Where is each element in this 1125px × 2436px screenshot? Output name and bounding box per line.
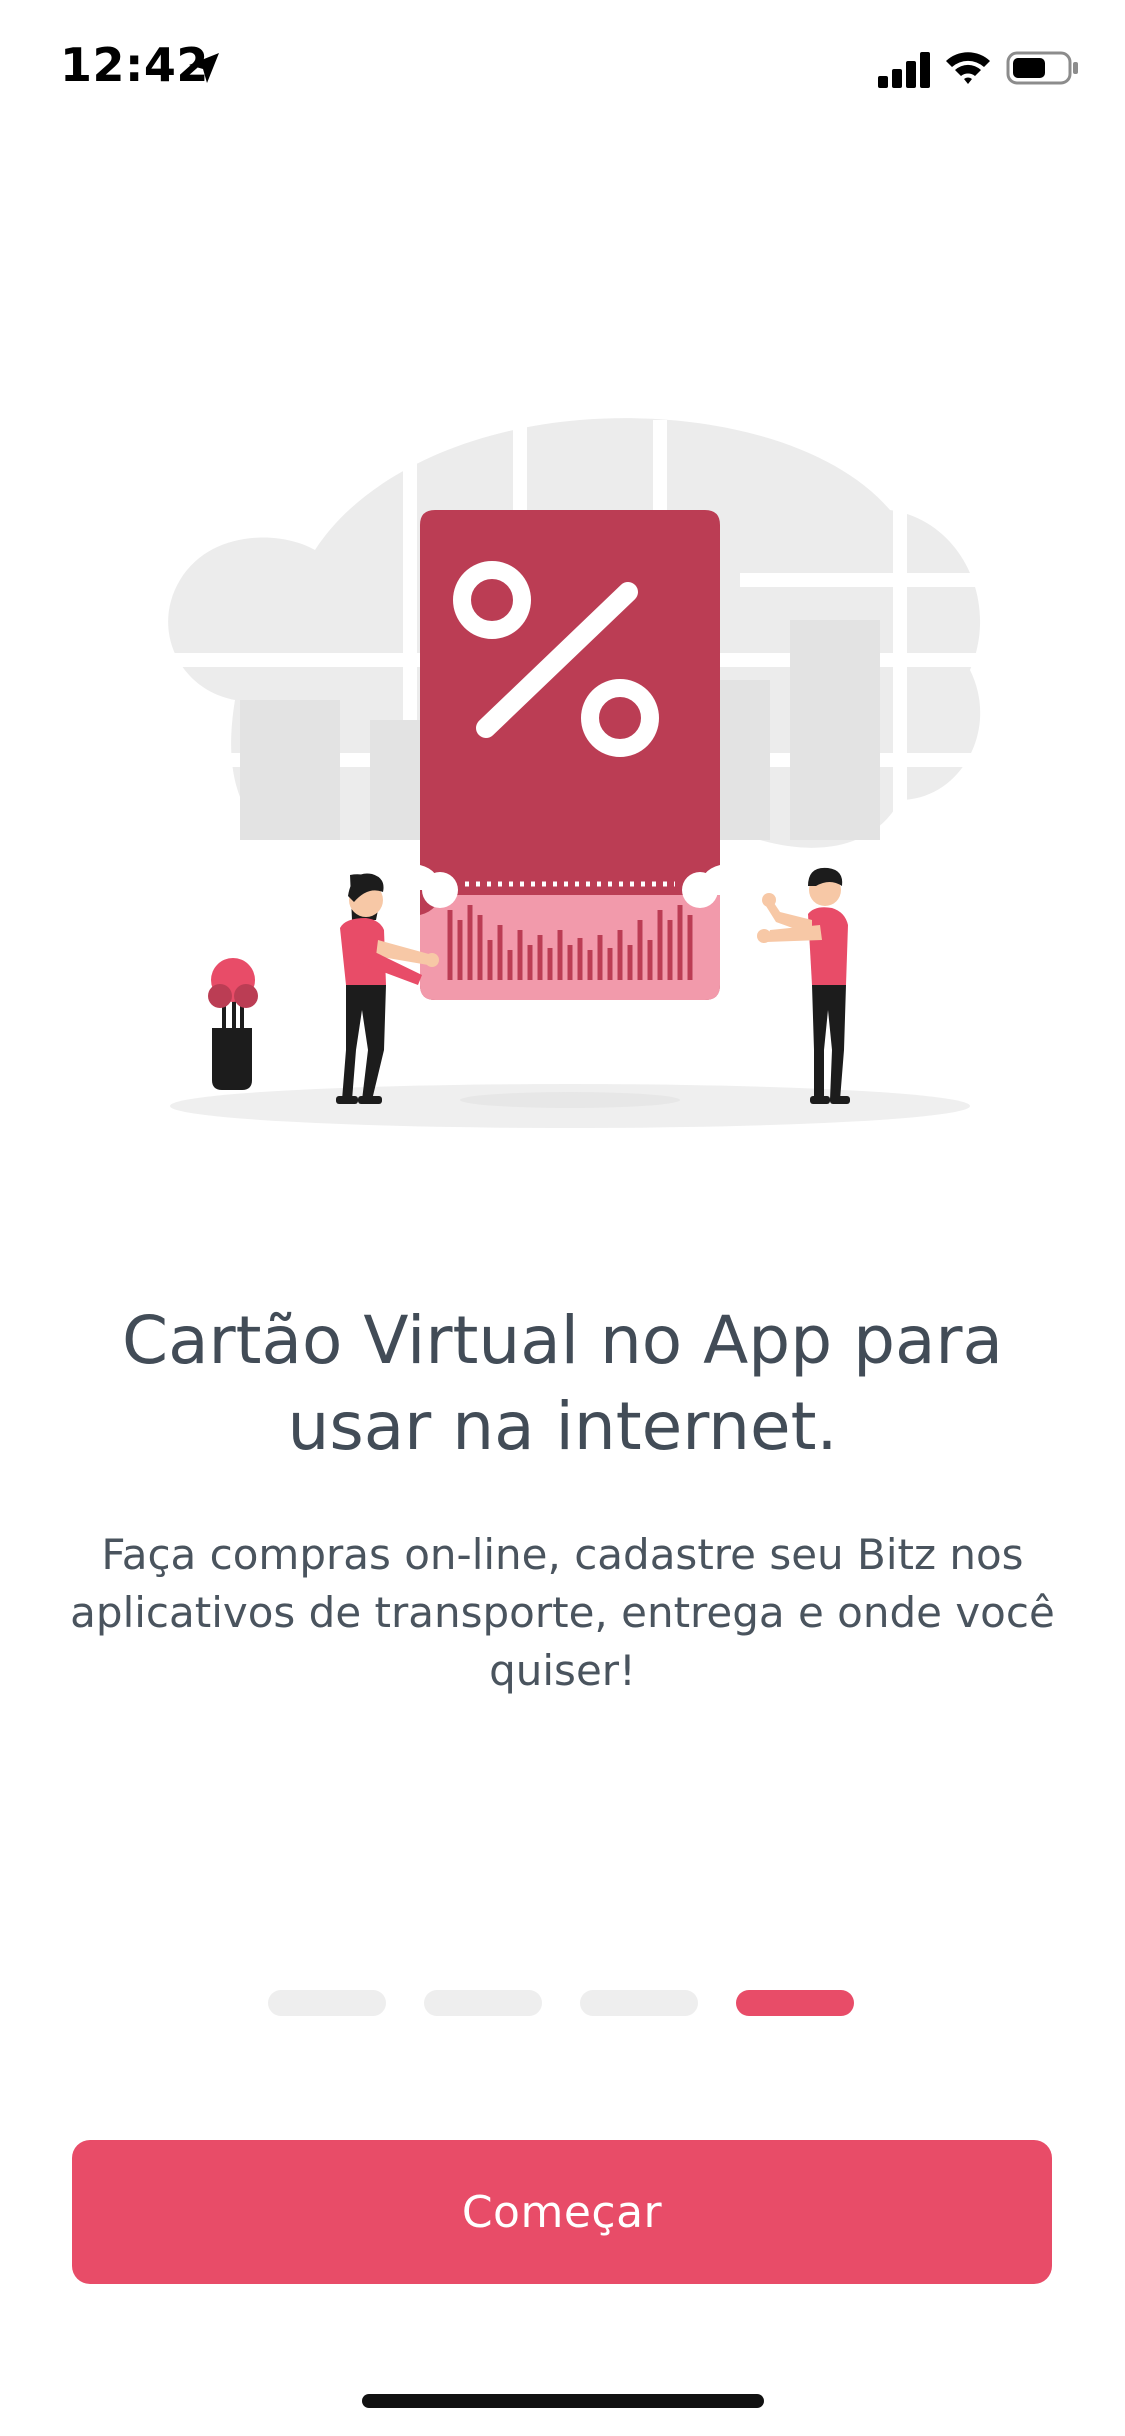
onboarding-title: Cartão Virtual no App para usar na inter… [121, 1302, 1003, 1465]
home-indicator[interactable] [362, 2394, 764, 2408]
start-button-label: Começar [461, 2186, 663, 2238]
page-indicator-dot-2[interactable] [424, 1990, 542, 2016]
page-indicator-dot-4-active[interactable] [736, 1990, 854, 2016]
page-indicator-dot-1[interactable] [268, 1990, 386, 2016]
page-indicator [268, 1990, 858, 2016]
battery-icon [1006, 51, 1078, 85]
ticket-icon [420, 510, 720, 1000]
location-arrow-icon [189, 53, 219, 83]
wifi-icon [946, 52, 990, 84]
page-indicator-dot-3[interactable] [580, 1990, 698, 2016]
plant-icon [208, 958, 258, 1090]
virtual-card-illustration [140, 418, 1000, 1128]
onboarding-description: Faça compras on-line, cadastre seu Bitz … [70, 1530, 1055, 1695]
cellular-signal-icon [878, 52, 930, 88]
start-button[interactable]: Começar [72, 2140, 1052, 2284]
person-man-icon [757, 867, 850, 1104]
status-bar: 12:42 [0, 0, 1125, 140]
